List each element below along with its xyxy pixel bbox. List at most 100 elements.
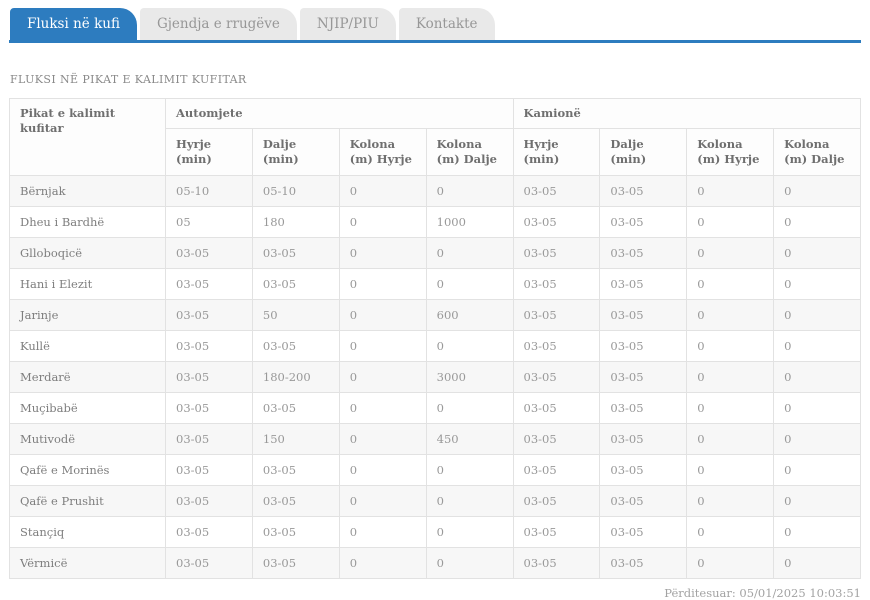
cell: 180-200 [251,361,340,393]
cell: 03-05 [599,485,688,517]
row-label: Jarinje [9,299,166,331]
cell: 0 [773,237,861,269]
cell: 0 [425,330,514,362]
cell: 0 [338,175,427,207]
cell: 03-05 [512,454,601,486]
col-header-crossing-points: Pikat e kalimit kufitar [9,98,166,176]
tab-gjendja-e-rrugeve[interactable]: Gjendja e rrugëve [139,8,297,40]
cell: 0 [686,206,775,238]
cell: 0 [338,299,427,331]
border-flow-table: Pikat e kalimit kufitar Automjete Kamion… [9,98,861,579]
cell: 0 [686,175,775,207]
col-header-automjete-dalje-min: Dalje (min) [251,128,340,176]
cell: 03-05 [251,454,340,486]
cell: 0 [773,175,861,207]
cell: 03-05 [599,547,688,579]
cell: 50 [251,299,340,331]
cell: 03-05 [512,268,601,300]
row-label: Glloboqicë [9,237,166,269]
cell: 05 [165,206,253,238]
cell: 0 [425,392,514,424]
cell: 03-05 [599,175,688,207]
cell: 150 [251,423,340,455]
cell: 0 [773,454,861,486]
cell: 03-05 [251,330,340,362]
cell: 0 [338,516,427,548]
cell: 03-05 [599,268,688,300]
cell: 03-05 [512,485,601,517]
cell: 0 [686,547,775,579]
cell: 0 [425,454,514,486]
cell: 03-05 [512,361,601,393]
col-group-kamione: Kamionë [512,98,861,129]
row-label: Hani i Elezit [9,268,166,300]
cell: 03-05 [165,299,253,331]
table-row-vermice: Vërmicë 03-05 03-05 0 0 03-05 03-05 0 0 [9,547,861,579]
table-group-header-row: Pikat e kalimit kufitar Automjete Kamion… [9,98,861,176]
cell: 0 [425,237,514,269]
cell: 0 [773,547,861,579]
cell: 03-05 [512,299,601,331]
cell: 180 [251,206,340,238]
cell: 03-05 [512,237,601,269]
cell: 3000 [425,361,514,393]
cell: 03-05 [251,547,340,579]
row-label: Bërnjak [9,175,166,207]
cell: 03-05 [599,206,688,238]
col-header-automjete-hyrje-min: Hyrje (min) [165,128,253,176]
cell: 0 [338,547,427,579]
table-row-kulle: Kullë 03-05 03-05 0 0 03-05 03-05 0 0 [9,330,861,362]
cell: 0 [686,361,775,393]
cell: 03-05 [251,516,340,548]
table-row-jarinje: Jarinje 03-05 50 0 600 03-05 03-05 0 0 [9,299,861,331]
cell: 0 [425,547,514,579]
col-header-kamione-kolona-m-hyrje: Kolona (m) Hyrje [686,128,775,176]
last-updated: Përditesuar: 05/01/2025 10:03:51 [664,586,861,600]
tab-njip-piu[interactable]: NJIP/PIU [299,8,396,40]
page-title: FLUKSI NË PIKAT E KALIMIT KUFITAR [10,73,247,86]
cell: 1000 [425,206,514,238]
cell: 03-05 [165,516,253,548]
cell: 0 [773,485,861,517]
table-row-mucibabe: Muçibabë 03-05 03-05 0 0 03-05 03-05 0 0 [9,392,861,424]
col-header-kamione-hyrje-min: Hyrje (min) [512,128,601,176]
row-label: Qafë e Prushit [9,485,166,517]
cell: 03-05 [599,299,688,331]
tab-underline [9,40,861,43]
row-label: Muçibabë [9,392,166,424]
cell: 0 [338,330,427,362]
cell: 03-05 [512,423,601,455]
table-body: Bërnjak 05-10 05-10 0 0 03-05 03-05 0 0 Dheu i Ba… [9,175,861,579]
table-row-mutivode: Mutivodë 03-05 150 0 450 03-05 03-05 0 0 [9,423,861,455]
row-label: Vërmicë [9,547,166,579]
cell: 03-05 [599,330,688,362]
table-row-merdare: Merdarë 03-05 180-200 0 3000 03-05 03-05 0 0 [9,361,861,393]
page: Fluksi në kufi Gjendja e rrugëve NJIP/PIU K… [0,0,870,600]
row-label: Qafë e Morinës [9,454,166,486]
cell: 0 [686,268,775,300]
table-row-qafe-e-prushit: Qafë e Prushit 03-05 03-05 0 0 03-05 03-05 0 0 [9,485,861,517]
cell: 03-05 [165,485,253,517]
row-label: Dheu i Bardhë [9,206,166,238]
cell: 0 [338,237,427,269]
cell: 03-05 [512,547,601,579]
tab-kontakte[interactable]: Kontakte [398,8,495,40]
cell: 03-05 [512,392,601,424]
cell: 03-05 [512,330,601,362]
col-header-kamione-dalje-min: Dalje (min) [599,128,688,176]
row-label: Stançiq [9,516,166,548]
tab-fluksi-ne-kufi[interactable]: Fluksi në kufi [10,8,137,40]
cell: 03-05 [165,330,253,362]
row-label: Mutivodë [9,423,166,455]
cell: 03-05 [251,392,340,424]
cell: 0 [773,361,861,393]
table-row-stanciq: Stançiq 03-05 03-05 0 0 03-05 03-05 0 0 [9,516,861,548]
cell: 0 [686,423,775,455]
col-header-automjete-kolona-m-dalje: Kolona (m) Dalje [425,128,514,176]
cell: 03-05 [165,361,253,393]
cell: 03-05 [251,485,340,517]
cell: 03-05 [512,516,601,548]
row-label: Kullë [9,330,166,362]
cell: 0 [425,175,514,207]
cell: 0 [425,268,514,300]
